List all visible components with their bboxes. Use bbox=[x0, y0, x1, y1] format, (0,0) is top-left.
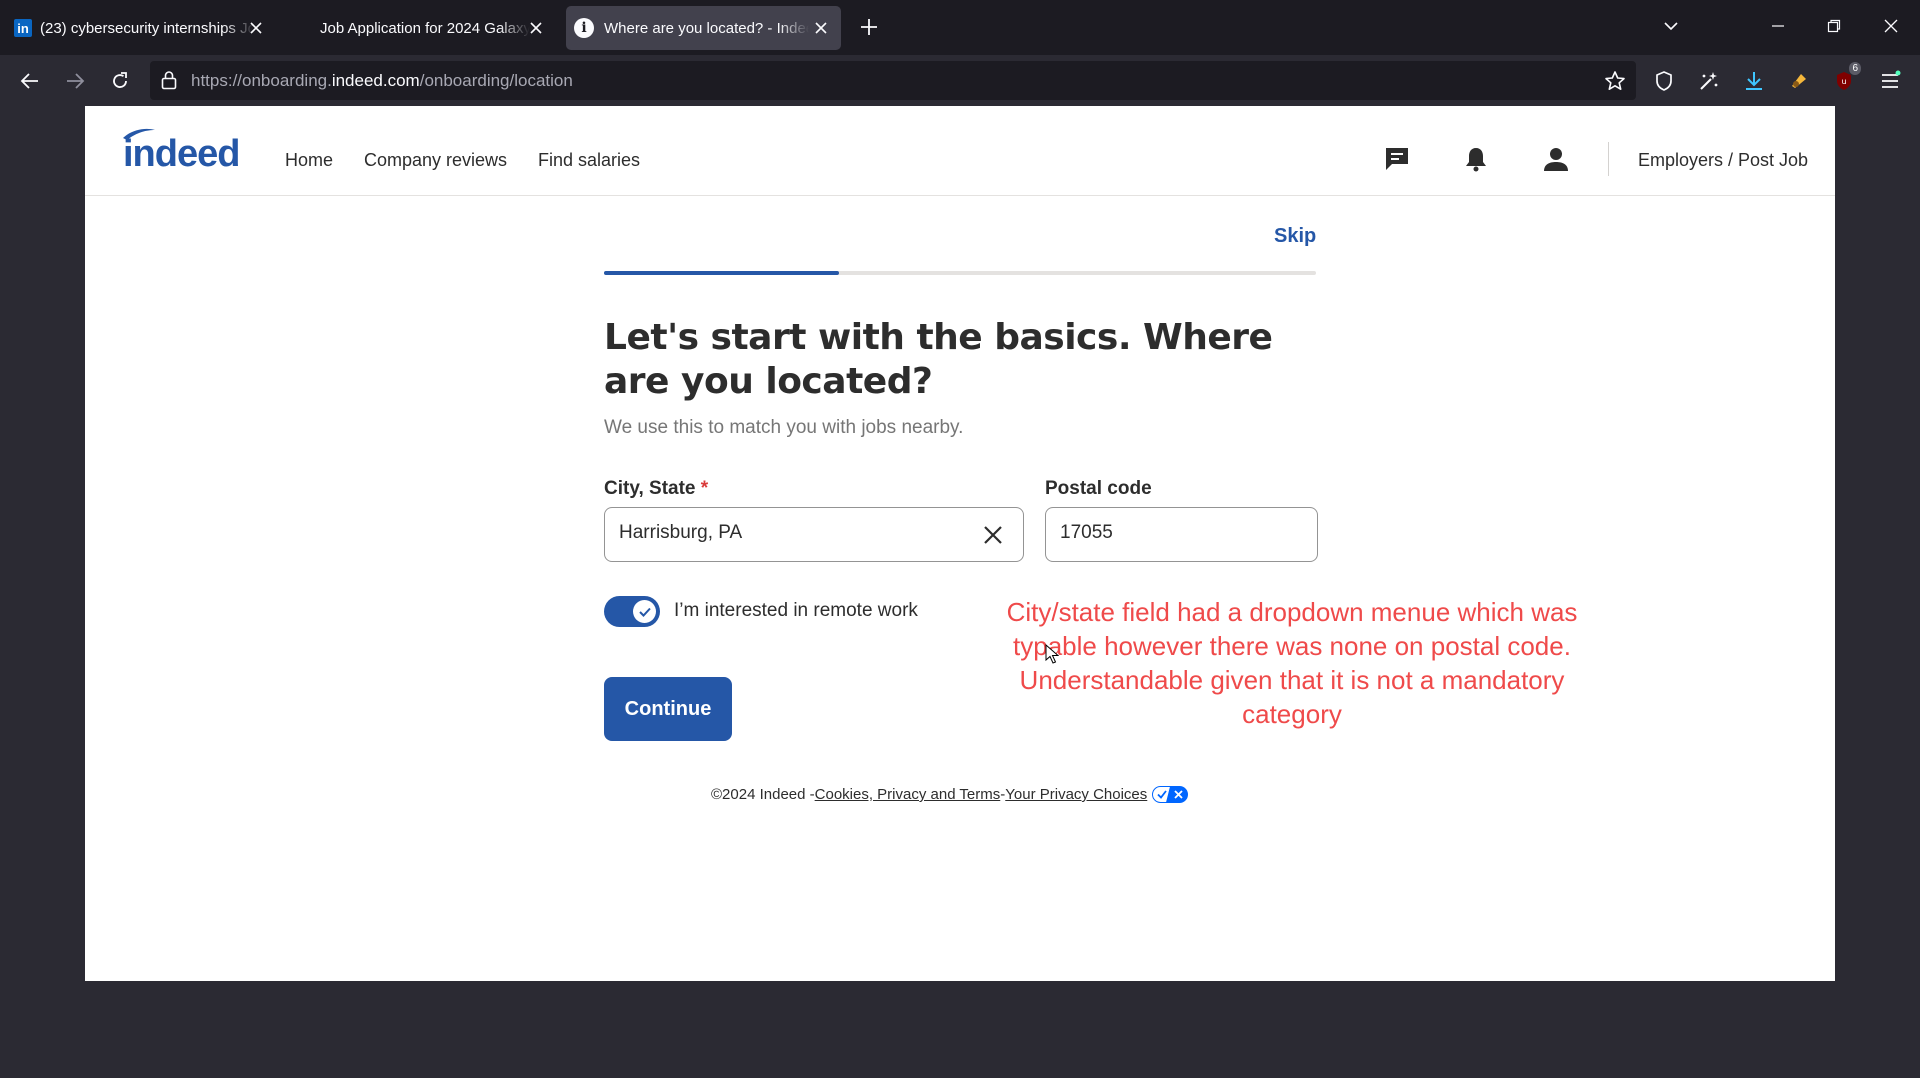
shield-icon[interactable] bbox=[1650, 67, 1678, 95]
messages-icon[interactable] bbox=[1382, 144, 1412, 174]
remote-work-toggle[interactable] bbox=[604, 596, 660, 627]
tab-linkedin[interactable]: in (23) cybersecurity internships Jo bbox=[8, 6, 276, 50]
svg-text:u: u bbox=[1841, 77, 1846, 86]
page-footer: ©2024 Indeed - Cookies, Privacy and Term… bbox=[711, 786, 1189, 803]
privacy-choices-toggle-icon bbox=[1152, 786, 1189, 803]
url-path: /onboarding/location bbox=[419, 71, 573, 90]
reload-icon[interactable] bbox=[106, 67, 134, 95]
extension-badge: 6 bbox=[1849, 62, 1861, 75]
bookmark-star-icon[interactable] bbox=[1604, 70, 1626, 97]
svg-text:indeed: indeed bbox=[123, 133, 239, 174]
site-header: indeed Home Company reviews Find salarie… bbox=[85, 106, 1835, 196]
footer-copyright: ©2024 Indeed - bbox=[711, 786, 815, 803]
sparkle-tools-icon[interactable] bbox=[1695, 67, 1723, 95]
tab-title: (23) cybersecurity internships Jo bbox=[40, 19, 255, 37]
postal-code-input[interactable] bbox=[1060, 522, 1360, 544]
close-tab-icon[interactable] bbox=[246, 18, 266, 38]
profile-person-icon[interactable] bbox=[1541, 144, 1571, 174]
new-tab-plus-icon[interactable] bbox=[858, 16, 880, 38]
minimize-icon[interactable] bbox=[1766, 14, 1790, 38]
tab-job-application[interactable]: Job Application for 2024 Galaxy bbox=[306, 6, 556, 50]
forward-arrow-icon[interactable] bbox=[61, 67, 89, 95]
restore-icon[interactable] bbox=[1822, 14, 1846, 38]
nav-home[interactable]: Home bbox=[285, 150, 333, 171]
indeed-logo[interactable]: indeed bbox=[117, 126, 257, 174]
nav-find-salaries[interactable]: Find salaries bbox=[538, 150, 640, 171]
close-tab-icon[interactable] bbox=[526, 18, 546, 38]
city-state-field[interactable] bbox=[604, 507, 1024, 562]
ublock-shield-icon[interactable]: u 6 bbox=[1830, 62, 1861, 95]
linkedin-icon: in bbox=[14, 19, 32, 37]
cookies-privacy-terms-link[interactable]: Cookies, Privacy and Terms bbox=[815, 786, 1001, 803]
progress-bar bbox=[604, 271, 1316, 275]
tab-title: Job Application for 2024 Galaxy bbox=[320, 19, 530, 37]
menu-icon[interactable] bbox=[1876, 67, 1904, 95]
page-viewport: indeed Home Company reviews Find salarie… bbox=[85, 106, 1835, 981]
clear-x-icon[interactable] bbox=[981, 523, 1005, 547]
checkmark-icon bbox=[633, 600, 656, 623]
postal-code-field[interactable] bbox=[1045, 507, 1360, 562]
back-arrow-icon[interactable] bbox=[16, 67, 44, 95]
nav-company-reviews[interactable]: Company reviews bbox=[364, 150, 507, 171]
tab-title: Where are you located? - Indeed bbox=[604, 19, 809, 37]
city-state-label-text: City, State bbox=[604, 478, 696, 499]
skip-link[interactable]: Skip bbox=[1274, 225, 1316, 248]
continue-button[interactable]: Continue bbox=[604, 677, 732, 741]
progress-bar-fill bbox=[604, 271, 839, 275]
close-window-icon[interactable] bbox=[1879, 14, 1903, 38]
url-host: indeed.com bbox=[331, 71, 420, 90]
page-heading: Let's start with the basics. Where are y… bbox=[604, 317, 1273, 402]
address-bar[interactable]: https://onboarding.indeed.com/onboarding… bbox=[150, 61, 1636, 100]
browser-tab-bar: in (23) cybersecurity internships Jo Job… bbox=[0, 0, 1920, 55]
lock-icon[interactable] bbox=[160, 70, 178, 95]
remote-work-label[interactable]: I’m interested in remote work bbox=[674, 600, 918, 622]
info-icon: i bbox=[574, 18, 594, 38]
close-tab-icon[interactable] bbox=[811, 18, 831, 38]
city-state-label: City, State * bbox=[604, 478, 708, 500]
screenshot-annotation: City/state field had a dropdown menue wh… bbox=[1006, 597, 1578, 729]
list-tabs-chevron-icon[interactable] bbox=[1662, 17, 1680, 40]
required-marker: * bbox=[700, 478, 709, 499]
tab-indeed-location[interactable]: i Where are you located? - Indeed bbox=[566, 6, 841, 50]
postal-code-label: Postal code bbox=[1045, 478, 1152, 499]
url-prefix: https://onboarding. bbox=[191, 71, 332, 90]
extension-icon[interactable] bbox=[1785, 67, 1813, 95]
notifications-bell-icon[interactable] bbox=[1461, 144, 1491, 174]
page-subtext: We use this to match you with jobs nearb… bbox=[604, 417, 964, 438]
privacy-choices-link[interactable]: Your Privacy Choices bbox=[1005, 786, 1147, 803]
downloads-icon[interactable] bbox=[1740, 67, 1768, 95]
city-state-input[interactable] bbox=[619, 522, 919, 544]
url-text: https://onboarding.indeed.com/onboarding… bbox=[191, 71, 573, 91]
header-divider bbox=[1608, 142, 1609, 176]
browser-toolbar: https://onboarding.indeed.com/onboarding… bbox=[0, 55, 1920, 106]
employers-post-job-link[interactable]: Employers / Post Job bbox=[1638, 150, 1808, 171]
mouse-cursor-icon bbox=[1045, 644, 1059, 664]
